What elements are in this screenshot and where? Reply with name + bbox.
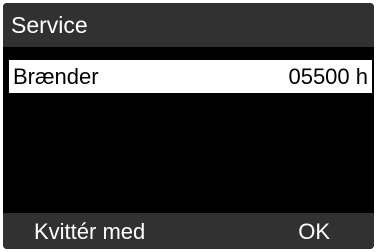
list-item-value: 05500 h — [288, 64, 368, 89]
softkey-bar: Kvittér med OK — [3, 213, 374, 249]
screen-title: Service — [11, 12, 88, 38]
list-item-label: Brænder — [13, 64, 99, 89]
ok-softkey[interactable]: OK — [298, 219, 330, 244]
header-divider — [3, 47, 374, 59]
header-bar: Service — [3, 3, 374, 47]
softkey-left[interactable]: Kvittér med — [34, 219, 145, 244]
display-screen: Service Brænder 05500 h Kvittér med OK — [3, 3, 374, 249]
list-item-selected[interactable]: Brænder 05500 h — [9, 60, 372, 93]
